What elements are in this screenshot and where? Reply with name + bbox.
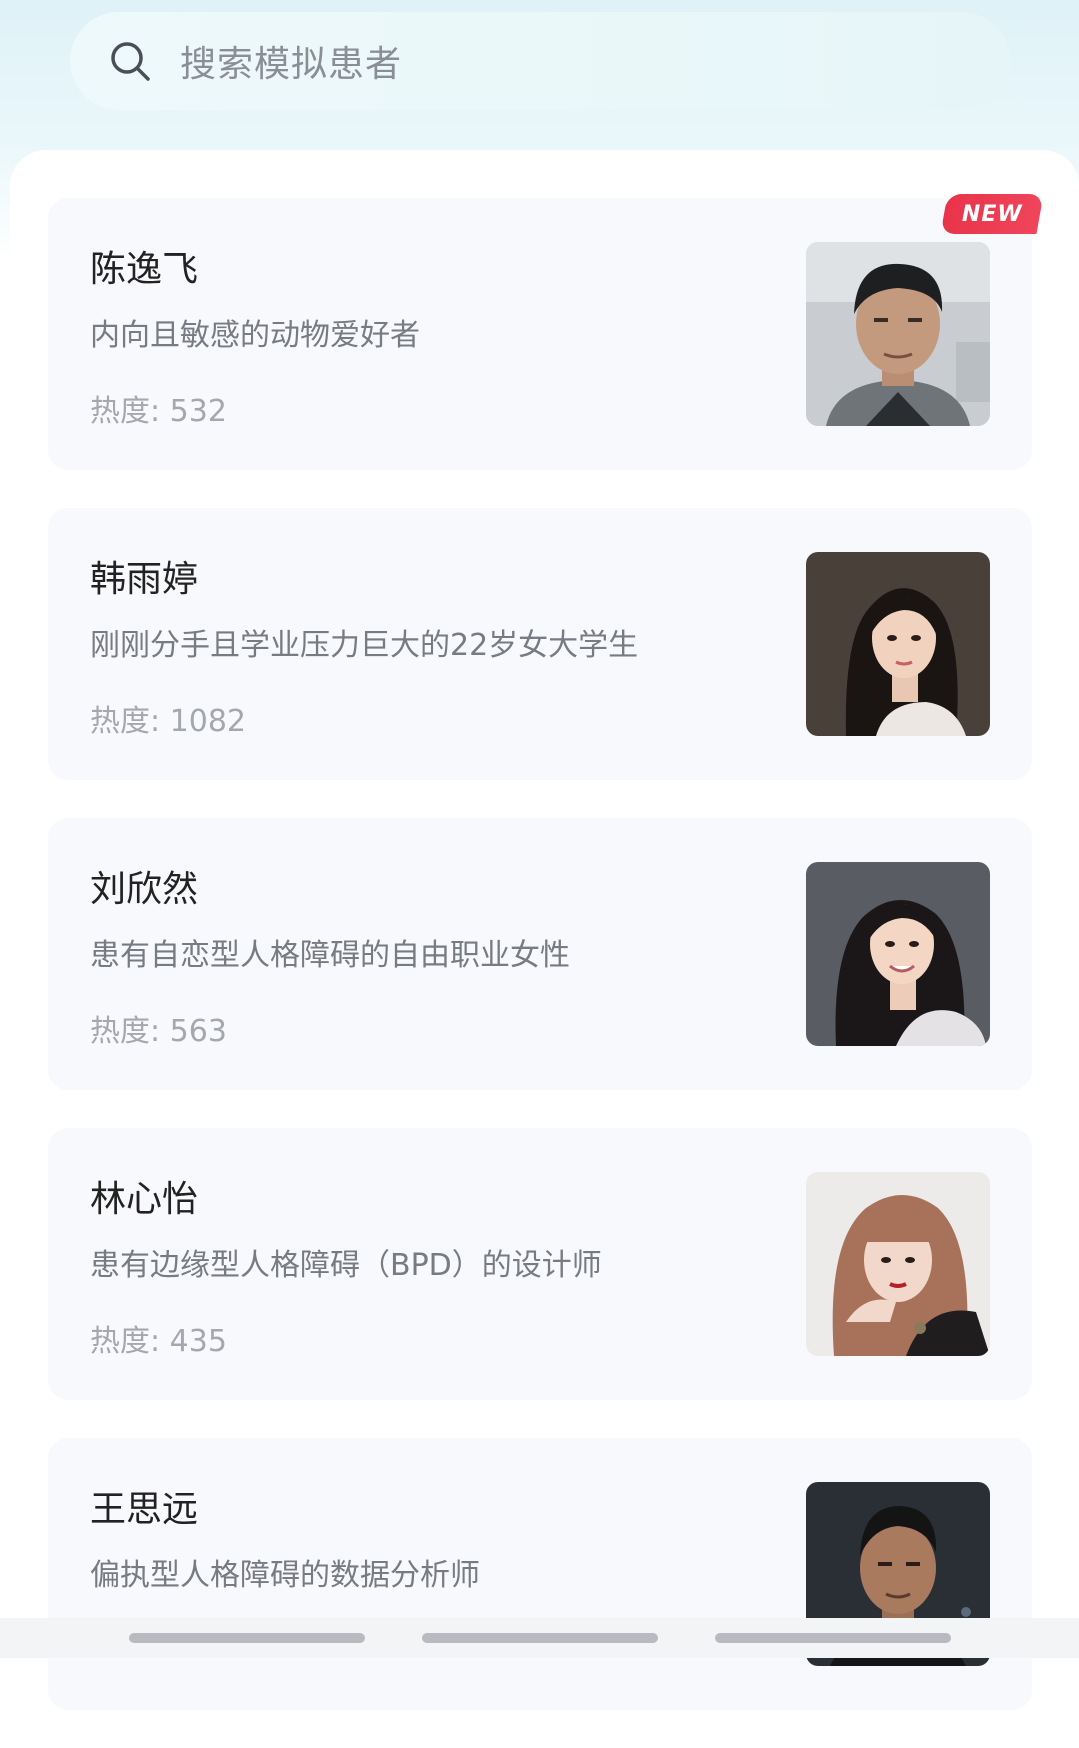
patient-description: 内向且敏感的动物爱好者 [90,318,420,353]
patient-description: 患有边缘型人格障碍（BPD）的设计师 [90,1248,602,1283]
patient-heat: 热度: 563 [90,1014,227,1049]
patient-avatar [806,242,990,426]
patient-card[interactable]: 林心怡 患有边缘型人格障碍（BPD）的设计师 热度: 435 [48,1128,1032,1400]
patient-name: 刘欣然 [90,869,199,910]
search-bar[interactable]: 搜索模拟患者 [70,12,1010,110]
nav-handle[interactable] [128,1633,365,1643]
new-badge-label: NEW [961,201,1023,227]
bottom-nav [0,1618,1079,1658]
patient-card[interactable]: 王思远 偏执型人格障碍的数据分析师 [48,1438,1032,1710]
patient-card[interactable]: 韩雨婷 刚刚分手且学业压力巨大的22岁女大学生 热度: 1082 [48,508,1032,780]
new-badge: NEW [940,194,1044,234]
patient-name: 林心怡 [90,1179,199,1220]
patient-name: 王思远 [90,1489,199,1530]
patient-description: 偏执型人格障碍的数据分析师 [90,1558,480,1593]
patient-avatar [806,1172,990,1356]
patient-heat: 热度: 532 [90,394,227,429]
patient-description: 患有自恋型人格障碍的自由职业女性 [90,938,570,973]
patient-description: 刚刚分手且学业压力巨大的22岁女大学生 [90,628,639,663]
patient-card[interactable]: 陈逸飞 内向且敏感的动物爱好者 热度: 532 NEW [48,194,1044,470]
patient-card[interactable]: 刘欣然 患有自恋型人格障碍的自由职业女性 热度: 563 [48,818,1032,1090]
patient-heat: 热度: 1082 [90,704,246,739]
patient-heat: 热度: 435 [90,1324,227,1359]
nav-handle[interactable] [421,1633,658,1643]
search-icon [106,37,154,85]
patient-name: 陈逸飞 [90,249,199,290]
patient-avatar [806,552,990,736]
search-input[interactable]: 搜索模拟患者 [180,35,402,87]
patient-list: 陈逸飞 内向且敏感的动物爱好者 热度: 532 NEW 韩雨婷 刚刚分手且学业压… [48,194,1044,1748]
patient-avatar [806,862,990,1046]
nav-handle[interactable] [714,1633,951,1643]
patient-name: 韩雨婷 [90,559,199,600]
